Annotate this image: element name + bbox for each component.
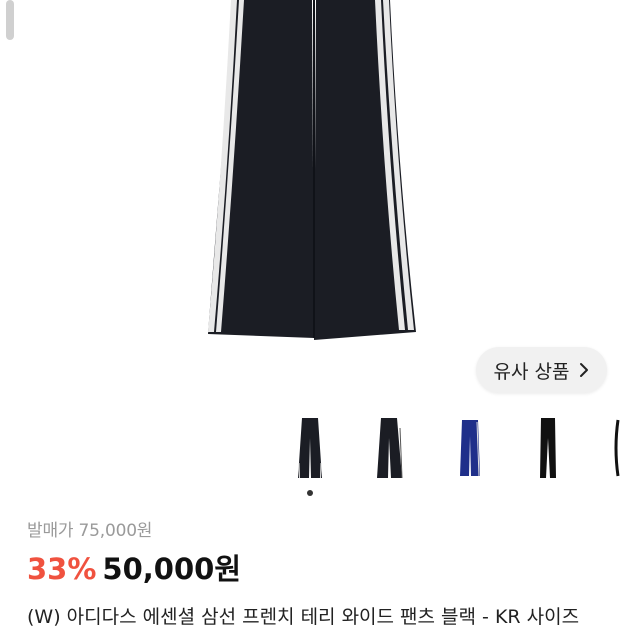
sale-price: 50,000원 [102, 552, 242, 586]
thumbnail-5[interactable] [596, 408, 620, 488]
thumbnail-4[interactable] [518, 408, 578, 488]
sale-price-row: 33% 50,000원 [27, 550, 617, 588]
thumbnail-2[interactable] [360, 408, 420, 488]
pants-thumb-icon [298, 418, 322, 479]
thumbnail-1[interactable] [280, 408, 340, 488]
pants-thumb-icon [540, 418, 556, 478]
scroll-indicator-icon [6, 0, 14, 40]
similar-products-label: 유사 상품 [493, 360, 570, 383]
release-price: 발매가 75,000원 [27, 521, 153, 541]
pants-illustration [208, 0, 416, 340]
discount-rate: 33% [27, 552, 97, 586]
pants-thumb-icon [377, 418, 403, 479]
price-section: 발매가 75,000원 33% 50,000원 [27, 518, 617, 588]
pants-thumb-icon [460, 420, 480, 477]
thumbnail-3[interactable] [440, 408, 500, 488]
chevron-right-icon [580, 363, 589, 377]
product-image[interactable] [0, 0, 620, 400]
product-title[interactable]: (W) 아디다스 에센셜 삼선 프렌치 테리 와이드 팬츠 블랙 - KR 사이… [27, 602, 620, 632]
thumbnail-carousel[interactable] [0, 408, 620, 498]
similar-products-button[interactable]: 유사 상품 [476, 347, 607, 393]
carousel-indicator-dot [307, 490, 313, 496]
pants-thumb-icon [614, 419, 620, 477]
